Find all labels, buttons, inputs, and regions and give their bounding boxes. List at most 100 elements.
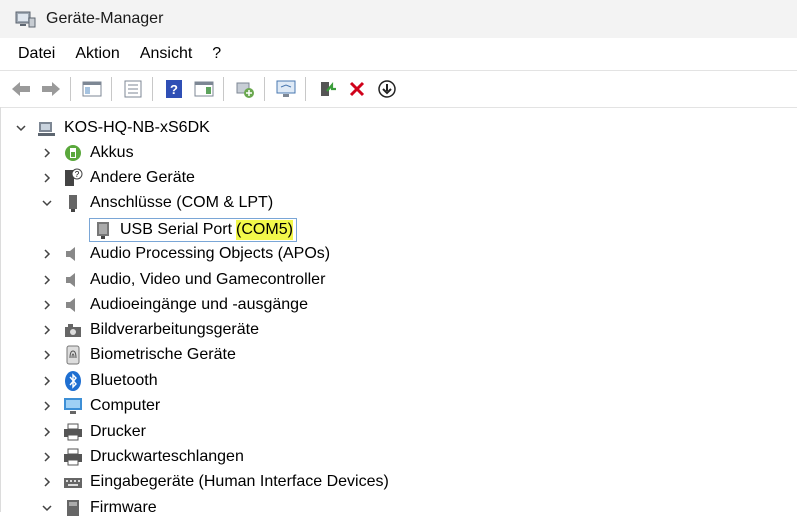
action-pane-button[interactable] — [191, 76, 217, 102]
scan-hardware-button[interactable] — [273, 76, 299, 102]
chevron-right-icon[interactable] — [40, 348, 54, 362]
tree-item-label: Andere Geräte — [90, 169, 195, 186]
firmware-icon — [62, 497, 84, 519]
properties-view-button[interactable] — [79, 76, 105, 102]
tree-item-anschluesse[interactable]: Anschlüsse (COM & LPT) — [40, 191, 273, 215]
properties-view-icon — [82, 81, 102, 97]
toolbar: ? — [0, 70, 797, 108]
device-name: USB Serial Port — [120, 221, 233, 238]
bluetooth-icon — [62, 370, 84, 392]
back-button[interactable] — [8, 76, 34, 102]
download-icon — [378, 80, 396, 98]
tree-item-label: Bluetooth — [90, 372, 158, 389]
tree-item-usb-serial-port[interactable]: USB Serial Port (COM5) — [92, 218, 293, 242]
chevron-right-icon[interactable] — [40, 425, 54, 439]
scan-hardware-icon — [276, 80, 296, 97]
download-button[interactable] — [374, 76, 400, 102]
tree-item-audio-processing-objects[interactable]: Audio Processing Objects (APOs) — [40, 242, 330, 266]
fingerprint-icon — [62, 344, 84, 366]
printer-queue-icon — [62, 446, 84, 468]
chevron-right-icon[interactable] — [40, 273, 54, 287]
chevron-down-icon[interactable] — [40, 196, 54, 210]
menu-datei[interactable]: Datei — [10, 45, 63, 63]
tree-root-label: KOS-HQ-NB-xS6DK — [64, 119, 210, 136]
chevron-right-icon[interactable] — [40, 247, 54, 261]
speaker-icon — [62, 294, 84, 316]
tree-item-label: Biometrische Geräte — [90, 346, 236, 363]
chevron-down-icon[interactable] — [14, 121, 28, 135]
com-port-badge: (COM5) — [236, 220, 293, 240]
unknown-device-icon: ? — [62, 167, 84, 189]
help-icon: ? — [166, 80, 182, 98]
tree-item-label: Akkus — [90, 144, 134, 161]
battery-icon — [62, 142, 84, 164]
back-icon — [12, 82, 30, 96]
printer-icon — [62, 421, 84, 443]
chevron-right-icon[interactable] — [40, 298, 54, 312]
monitor-icon — [62, 395, 84, 417]
menu-help[interactable]: ? — [204, 45, 229, 63]
port-icon — [62, 192, 84, 214]
forward-button[interactable] — [38, 76, 64, 102]
tree-item-computer[interactable]: Computer — [40, 394, 160, 418]
tree-item-label: Audioeingänge und -ausgänge — [90, 296, 308, 313]
tree-item-label: Bildverarbeitungsgeräte — [90, 321, 259, 338]
chevron-right-icon[interactable] — [40, 146, 54, 160]
chevron-down-icon[interactable] — [40, 501, 54, 515]
tree-item-druckwarteschlangen[interactable]: Druckwarteschlangen — [40, 445, 244, 469]
tree-item-audioeingaenge[interactable]: Audioeingänge und -ausgänge — [40, 293, 308, 317]
tree-item-label: Druckwarteschlangen — [90, 448, 244, 465]
svg-text:?: ? — [75, 170, 80, 179]
tree-item-bildverarbeitungsgeraete[interactable]: Bildverarbeitungsgeräte — [40, 318, 259, 342]
computer-root-icon — [36, 117, 58, 139]
camera-icon — [62, 319, 84, 341]
toolbar-separator — [111, 77, 112, 101]
toolbar-separator — [70, 77, 71, 101]
forward-icon — [42, 82, 60, 96]
svg-text:?: ? — [170, 82, 178, 97]
tree-item-bluetooth[interactable]: Bluetooth — [40, 369, 158, 393]
console-tree-button[interactable] — [120, 76, 146, 102]
tree-item-label: Anschlüsse (COM & LPT) — [90, 194, 274, 211]
tree-item-akkus[interactable]: Akkus — [40, 141, 134, 165]
chevron-right-icon[interactable] — [40, 171, 54, 185]
tree-item-drucker[interactable]: Drucker — [40, 420, 146, 444]
keyboard-icon — [62, 471, 84, 493]
tree-item-label: Audio Processing Objects (APOs) — [90, 245, 331, 262]
tree-root[interactable]: KOS-HQ-NB-xS6DK — [14, 116, 210, 140]
tree-item-audio-video-gamecontroller[interactable]: Audio, Video und Gamecontroller — [40, 268, 325, 292]
update-driver-icon — [236, 82, 254, 98]
tree-item-biometrische-geraete[interactable]: Biometrische Geräte — [40, 343, 236, 367]
tree-item-label: Eingabegeräte (Human Interface Devices) — [90, 473, 389, 490]
device-manager-icon — [15, 11, 36, 28]
window-title: Geräte-Manager — [46, 10, 164, 27]
chevron-right-icon[interactable] — [40, 399, 54, 413]
update-driver-button[interactable] — [232, 76, 258, 102]
menu-ansicht[interactable]: Ansicht — [132, 45, 200, 63]
enable-device-icon — [321, 81, 336, 96]
help-button[interactable]: ? — [161, 76, 187, 102]
console-tree-icon — [124, 80, 142, 98]
tree-item-eingabegeraete[interactable]: Eingabegeräte (Human Interface Devices) — [40, 470, 389, 494]
port-icon — [92, 219, 114, 241]
speaker-icon — [62, 269, 84, 291]
uninstall-button[interactable] — [344, 76, 370, 102]
toolbar-separator — [264, 77, 265, 101]
uninstall-icon — [349, 81, 365, 97]
tree-item-andere-geraete[interactable]: ? Andere Geräte — [40, 166, 195, 190]
enable-device-button[interactable] — [314, 76, 340, 102]
menu-aktion[interactable]: Aktion — [67, 45, 127, 63]
toolbar-separator — [152, 77, 153, 101]
tree-item-label: Firmware — [90, 499, 157, 516]
chevron-right-icon[interactable] — [40, 475, 54, 489]
toolbar-separator — [305, 77, 306, 101]
toolbar-separator — [223, 77, 224, 101]
tree-item-firmware[interactable]: Firmware — [40, 496, 157, 520]
chevron-right-icon[interactable] — [40, 323, 54, 337]
title-bar: Geräte-Manager — [0, 0, 797, 38]
tree-item-label: Audio, Video und Gamecontroller — [90, 271, 326, 288]
speaker-icon — [62, 243, 84, 265]
chevron-right-icon[interactable] — [40, 374, 54, 388]
menu-bar: Datei Aktion Ansicht ? — [0, 38, 797, 70]
chevron-right-icon[interactable] — [40, 450, 54, 464]
